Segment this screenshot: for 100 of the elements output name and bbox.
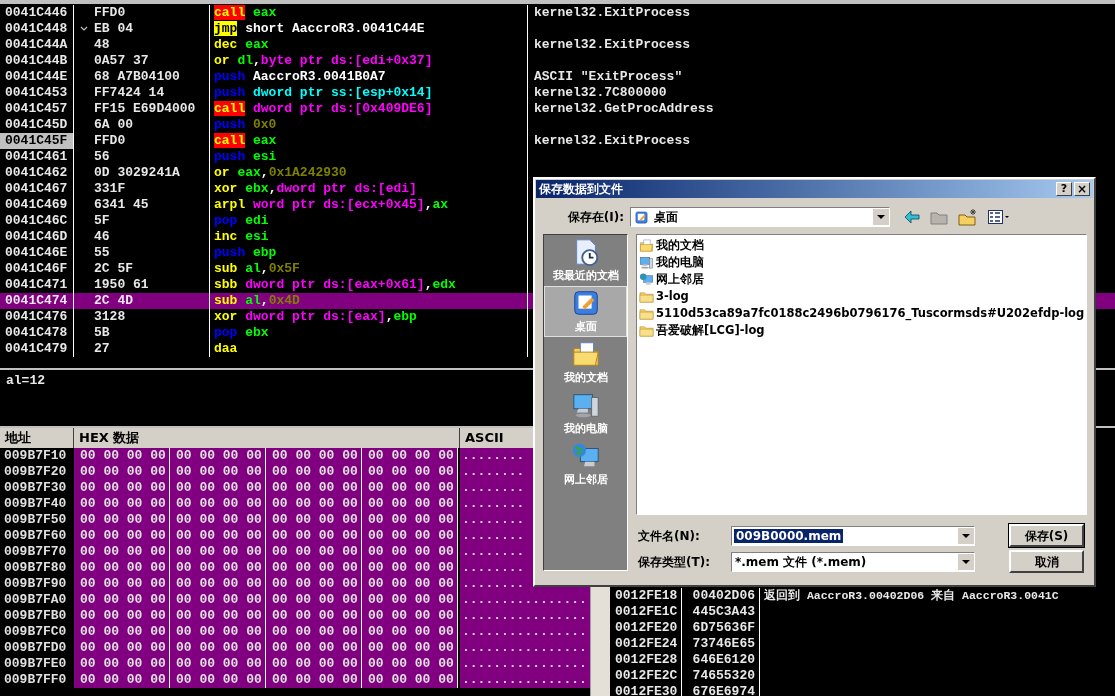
hex-cell: 00 00 00 00 xyxy=(74,624,170,640)
hex-cell: 00 00 00 00 xyxy=(266,560,362,576)
address-cell-text: 009B7F80 xyxy=(3,560,68,576)
address-cell: 0012FE1C xyxy=(610,604,682,620)
hex-cell: 00 00 00 00 xyxy=(266,608,362,624)
ascii-cell: ................ xyxy=(460,592,590,608)
hex-cell: 00 00 00 00 xyxy=(266,480,362,496)
hex-cell: 00 00 00 00 xyxy=(362,528,458,544)
address-cell-text: 009B7F40 xyxy=(3,496,68,512)
value-cell: 646E6120 xyxy=(682,652,760,668)
hex-cell: 00 00 00 00 xyxy=(362,608,458,624)
comment-text: ASCII "ExitProcess" xyxy=(534,69,683,84)
instruction-text: daa xyxy=(214,341,238,356)
instruction-text: push AaccroR3.0041B0A7 xyxy=(214,69,386,84)
instruction-text: pop edi xyxy=(214,213,269,228)
hex-cell: 00 00 00 00 xyxy=(266,640,362,656)
address-cell: 0012FE2C xyxy=(610,668,682,684)
instruction-text: sbb dword ptr ds:[eax+0x61],edx xyxy=(214,277,456,292)
hex-cell: 00 00 00 00 xyxy=(362,464,458,480)
ascii-cell: ................ xyxy=(460,656,590,672)
hex-cell: 00 00 00 00 xyxy=(74,464,170,480)
column-header: 地址 xyxy=(0,428,74,448)
location-label: 保存在(I): xyxy=(566,209,625,226)
hex-cell: 00 00 00 00 xyxy=(362,560,458,576)
bytes-cell: 48 xyxy=(94,37,110,53)
address-cell-text: 009B7FE0 xyxy=(3,656,68,672)
hex-cell: 00 00 00 00 xyxy=(362,480,458,496)
instruction-text: push esi xyxy=(214,149,277,164)
comment-text: kernel32.GetProcAddress xyxy=(534,101,714,116)
hex-cell: 00 00 00 00 xyxy=(74,608,170,624)
ascii-cell: ................ xyxy=(460,672,590,688)
address-cell: 0012FE20 xyxy=(610,620,682,636)
bytes-cell: 68 A7B04100 xyxy=(94,69,180,85)
value-cell: 73746E65 xyxy=(682,636,760,652)
bytes-cell: 55 xyxy=(94,245,110,261)
bytes-cell: 3128 xyxy=(94,309,126,325)
hex-cell: 00 00 00 00 xyxy=(74,448,170,464)
hex-cell: 00 00 00 00 xyxy=(170,624,266,640)
hex-cell: 00 00 00 00 xyxy=(170,560,266,576)
bytes-cell: 1950 61 xyxy=(94,277,149,293)
hex-cell: 00 00 00 00 xyxy=(170,480,266,496)
bytes-cell: FF15 E69D4000 xyxy=(94,101,196,117)
hex-cell: 00 00 00 00 xyxy=(266,624,362,640)
bytes-cell: FFD0 xyxy=(94,5,126,21)
hex-cell: 00 00 00 00 xyxy=(266,464,362,480)
value-cell: 00402D06 xyxy=(682,588,760,604)
filetype-label: 保存类型(T): xyxy=(637,553,711,571)
instruction-text: arpl word ptr ds:[ecx+0x45],ax xyxy=(214,197,449,212)
hex-cell: 00 00 00 00 xyxy=(266,496,362,512)
hex-cell: 00 00 00 00 xyxy=(74,592,170,608)
bytes-cell: 2C 5F xyxy=(94,261,133,277)
hex-cell: 00 00 00 00 xyxy=(362,656,458,672)
comment-text: kernel32.ExitProcess xyxy=(534,37,691,52)
instruction-text: inc esi xyxy=(214,229,269,244)
hex-cell: 00 00 00 00 xyxy=(74,528,170,544)
instruction-text: jmp short AaccroR3.0041C44E xyxy=(214,21,425,36)
hex-cell: 00 00 00 00 xyxy=(74,512,170,528)
instruction-text: sub al,0x4D xyxy=(214,293,300,308)
comment-text: kernel32.7C800000 xyxy=(534,85,667,100)
hex-cell: 00 00 00 00 xyxy=(74,656,170,672)
hex-cell: 00 00 00 00 xyxy=(170,576,266,592)
bytes-cell: 5B xyxy=(94,325,110,341)
hex-cell: 00 00 00 00 xyxy=(74,576,170,592)
address-cell-text: 009B7F70 xyxy=(3,544,68,560)
hex-cell: 00 00 00 00 xyxy=(74,672,170,688)
info-text: al=12 xyxy=(6,373,45,388)
comment-text: kernel32.ExitProcess xyxy=(534,5,691,20)
hex-cell: 00 00 00 00 xyxy=(266,656,362,672)
value-cell: 445C3A43 xyxy=(682,604,760,620)
instruction-text: push dword ptr ss:[esp+0x14] xyxy=(214,85,433,100)
ascii-cell: ................ xyxy=(460,624,590,640)
hex-cell: 00 00 00 00 xyxy=(170,608,266,624)
hex-cell: 00 00 00 00 xyxy=(362,672,458,688)
hex-cell: 00 00 00 00 xyxy=(266,528,362,544)
hex-cell: 00 00 00 00 xyxy=(362,624,458,640)
instruction-text: or dl,byte ptr ds:[edi+0x37] xyxy=(214,53,433,68)
instruction-text: xor dword ptr ds:[eax],ebp xyxy=(214,309,417,324)
hex-cell: 00 00 00 00 xyxy=(170,496,266,512)
instruction-text: sub al,0x5F xyxy=(214,261,300,276)
bytes-cell: 2C 4D xyxy=(94,293,133,309)
instruction-text: dec eax xyxy=(214,37,269,52)
bytes-cell: 5F xyxy=(94,213,110,229)
instruction-text: xor ebx,dword ptr ds:[edi] xyxy=(214,181,417,196)
value-cell: 6D75636F xyxy=(682,620,760,636)
comment-text: 返回到 AaccroR3.00402D06 来自 AaccroR3.0041C xyxy=(764,589,1059,602)
instruction-text: call dword ptr ds:[0x409DE6] xyxy=(214,101,433,116)
address-cell-text: 009B7FD0 xyxy=(3,640,68,656)
hex-cell: 00 00 00 00 xyxy=(266,544,362,560)
hex-cell: 00 00 00 00 xyxy=(74,496,170,512)
hex-cell: 00 00 00 00 xyxy=(170,528,266,544)
instruction-text: push 0x0 xyxy=(214,117,277,132)
bytes-cell: 46 xyxy=(94,229,110,245)
address-cell-text: 009B7FA0 xyxy=(3,592,68,608)
value-cell: 676E6974 xyxy=(682,684,760,696)
bytes-cell: FFD0 xyxy=(94,133,126,149)
address-cell-text: 009B7F50 xyxy=(3,512,68,528)
hex-cell: 00 00 00 00 xyxy=(362,512,458,528)
instruction-text: push ebp xyxy=(214,245,277,260)
hex-cell: 00 00 00 00 xyxy=(266,592,362,608)
bytes-cell: 56 xyxy=(94,149,110,165)
